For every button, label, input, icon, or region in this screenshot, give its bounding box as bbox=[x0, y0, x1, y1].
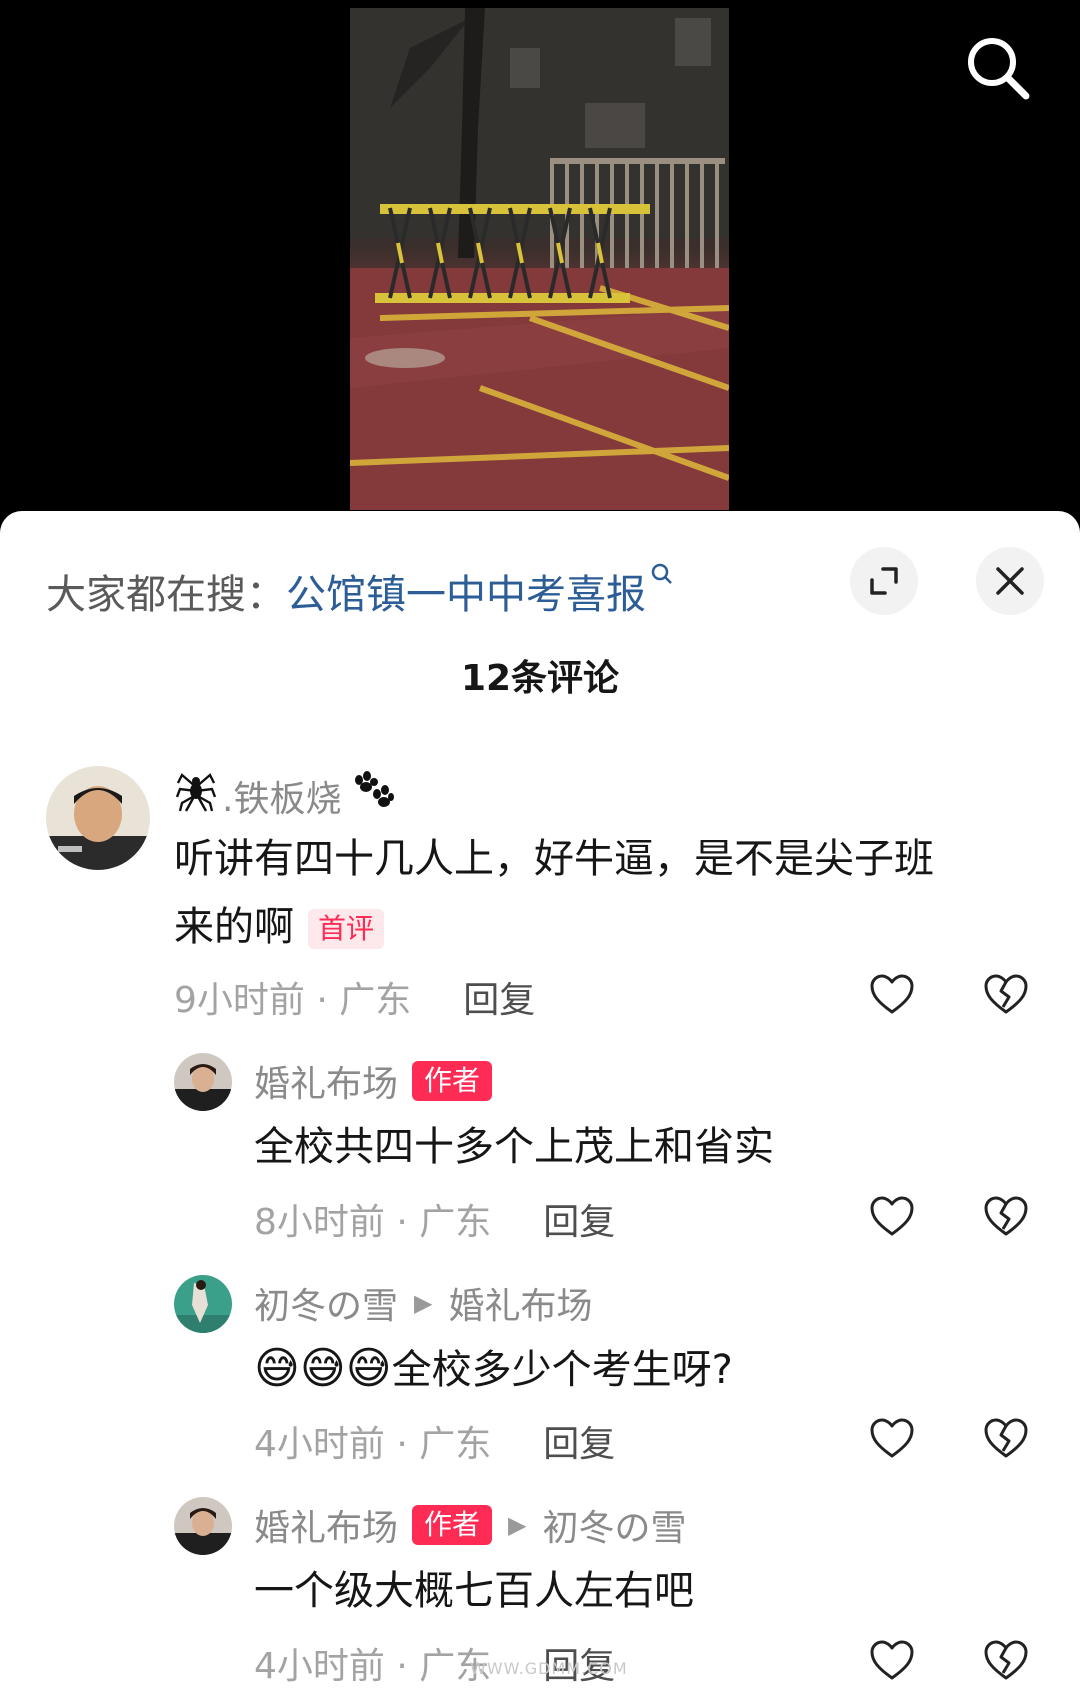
comment-text-line-2-text: 来的啊 bbox=[174, 904, 294, 950]
video-frame[interactable] bbox=[350, 8, 729, 510]
hot-search-query[interactable]: 公馆镇一中中考喜报 bbox=[286, 562, 646, 620]
dislike-button[interactable] bbox=[982, 1193, 1030, 1241]
sweat-smile-emoji: 😅 bbox=[254, 1343, 300, 1394]
reply-arrow-icon: ▶ bbox=[414, 1289, 433, 1317]
username-text: 初冬の雪 bbox=[254, 1286, 399, 1327]
comment-sheet: 大家都在搜： 公馆镇一中中考喜报 12条评论 .铁板烧 听讲有四十几人上，好牛逼… bbox=[0, 511, 1080, 1705]
comment-text-content: 全校多少个考生呀? bbox=[391, 1347, 733, 1393]
time-location: 8小时前 · 广东 bbox=[254, 1202, 492, 1243]
time-location: 4小时前 · 广东 bbox=[254, 1646, 492, 1687]
username-text: .铁板烧 bbox=[222, 778, 342, 820]
reply-arrow-icon: ▶ bbox=[508, 1511, 527, 1539]
close-icon bbox=[996, 567, 1024, 595]
username-text: 婚礼布场 bbox=[254, 1064, 399, 1105]
author-badge: 作者 bbox=[412, 1061, 493, 1101]
heart-icon bbox=[870, 1418, 914, 1458]
like-button[interactable] bbox=[868, 1193, 916, 1241]
reply-button[interactable]: 回复 bbox=[463, 971, 535, 1023]
broken-heart-icon bbox=[984, 1196, 1028, 1236]
comment-meta: 9小时前 · 广东 回复 bbox=[174, 971, 535, 1023]
avatar[interactable] bbox=[174, 1497, 232, 1555]
avatar[interactable] bbox=[46, 766, 150, 870]
comment-username[interactable]: 初冬の雪 ▶ 婚礼布场 bbox=[254, 1277, 593, 1329]
comment-username[interactable]: .铁板烧 bbox=[175, 769, 395, 822]
like-button[interactable] bbox=[868, 1637, 916, 1685]
comment-meta: 8小时前 · 广东 回复 bbox=[254, 1193, 615, 1245]
expand-icon bbox=[870, 567, 898, 595]
comment-text-line-1: 听讲有四十几人上，好牛逼，是不是尖子班 bbox=[174, 836, 934, 882]
reply-button[interactable]: 回复 bbox=[543, 1193, 615, 1245]
heart-icon bbox=[870, 1196, 914, 1236]
sweat-smile-emoji: 😅 bbox=[299, 1343, 346, 1394]
video-area bbox=[0, 0, 1080, 520]
author-badge: 作者 bbox=[412, 1505, 493, 1545]
time-location: 4小时前 · 广东 bbox=[254, 1424, 492, 1465]
expand-button[interactable] bbox=[850, 547, 918, 615]
avatar[interactable] bbox=[174, 1053, 232, 1111]
search-icon bbox=[968, 38, 1030, 100]
broken-heart-icon bbox=[984, 974, 1028, 1014]
heart-icon bbox=[870, 1640, 914, 1680]
first-comment-badge: 首评 bbox=[308, 909, 385, 949]
comment-text: 一个级大概七百人左右吧 bbox=[254, 1568, 694, 1614]
username-text: 婚礼布场 bbox=[254, 1508, 399, 1549]
like-button[interactable] bbox=[868, 1415, 916, 1463]
magnifier-small-icon bbox=[650, 562, 674, 593]
heart-icon bbox=[870, 974, 914, 1014]
reply-to-username[interactable]: 婚礼布场 bbox=[448, 1277, 592, 1329]
close-button[interactable] bbox=[976, 547, 1044, 615]
comment-username[interactable]: 婚礼布场 作者 bbox=[254, 1055, 493, 1107]
reply-to-username[interactable]: 初冬の雪 bbox=[543, 1499, 687, 1551]
sweat-smile-emoji: 😅 bbox=[345, 1343, 392, 1394]
hot-search-prefix: 大家都在搜： bbox=[46, 572, 286, 618]
comment-text: 😅😅😅全校多少个考生呀? bbox=[254, 1336, 733, 1403]
video-scene-image bbox=[350, 8, 729, 510]
like-button[interactable] bbox=[868, 971, 916, 1019]
dislike-button[interactable] bbox=[982, 1637, 1030, 1685]
broken-heart-icon bbox=[984, 1418, 1028, 1458]
time-location: 9小时前 · 广东 bbox=[174, 980, 412, 1021]
comment-meta: 4小时前 · 广东 回复 bbox=[254, 1415, 615, 1467]
comment-text-line-2: 来的啊 首评 bbox=[174, 894, 385, 960]
comment-username[interactable]: 婚礼布场 作者 ▶ 初冬の雪 bbox=[254, 1499, 687, 1551]
paw-icon bbox=[349, 770, 395, 821]
hot-search-bar[interactable]: 大家都在搜： 公馆镇一中中考喜报 bbox=[46, 551, 674, 631]
comment-text: 全校共四十多个上茂上和省实 bbox=[254, 1124, 774, 1170]
broken-heart-icon bbox=[984, 1640, 1028, 1680]
watermark: WWW.GDMM.COM bbox=[470, 1659, 628, 1678]
dislike-button[interactable] bbox=[982, 1415, 1030, 1463]
search-button[interactable] bbox=[962, 32, 1034, 104]
avatar[interactable] bbox=[174, 1275, 232, 1333]
comment-count-title: 12条评论 bbox=[460, 658, 620, 699]
reply-button[interactable]: 回复 bbox=[543, 1415, 615, 1467]
spider-icon bbox=[175, 769, 217, 822]
dislike-button[interactable] bbox=[982, 971, 1030, 1019]
